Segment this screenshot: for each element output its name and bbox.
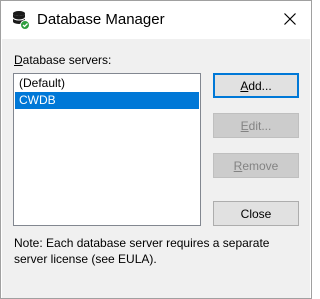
close-button[interactable]: Close (213, 201, 299, 226)
database-icon (12, 10, 30, 30)
window-title: Database Manager (37, 11, 165, 28)
remove-button[interactable]: Remove (213, 153, 299, 178)
edit-button[interactable]: Edit... (213, 113, 299, 138)
title-bar[interactable]: Database Manager (1, 1, 311, 39)
close-icon (284, 12, 296, 28)
server-list-item-cwdb[interactable]: CWDB (15, 92, 199, 109)
dialog-body: Database servers: (Default) CWDB Add... … (2, 39, 310, 298)
add-button[interactable]: Add... (213, 73, 299, 98)
close-window-button[interactable] (269, 1, 311, 39)
database-servers-list[interactable]: (Default) CWDB (13, 73, 201, 226)
database-servers-label: Database servers: (14, 53, 112, 67)
server-list-item-default[interactable]: (Default) (15, 75, 199, 92)
license-note: Note: Each database server requires a se… (14, 236, 270, 266)
database-manager-dialog: Database Manager Database servers: (Defa… (0, 0, 312, 299)
